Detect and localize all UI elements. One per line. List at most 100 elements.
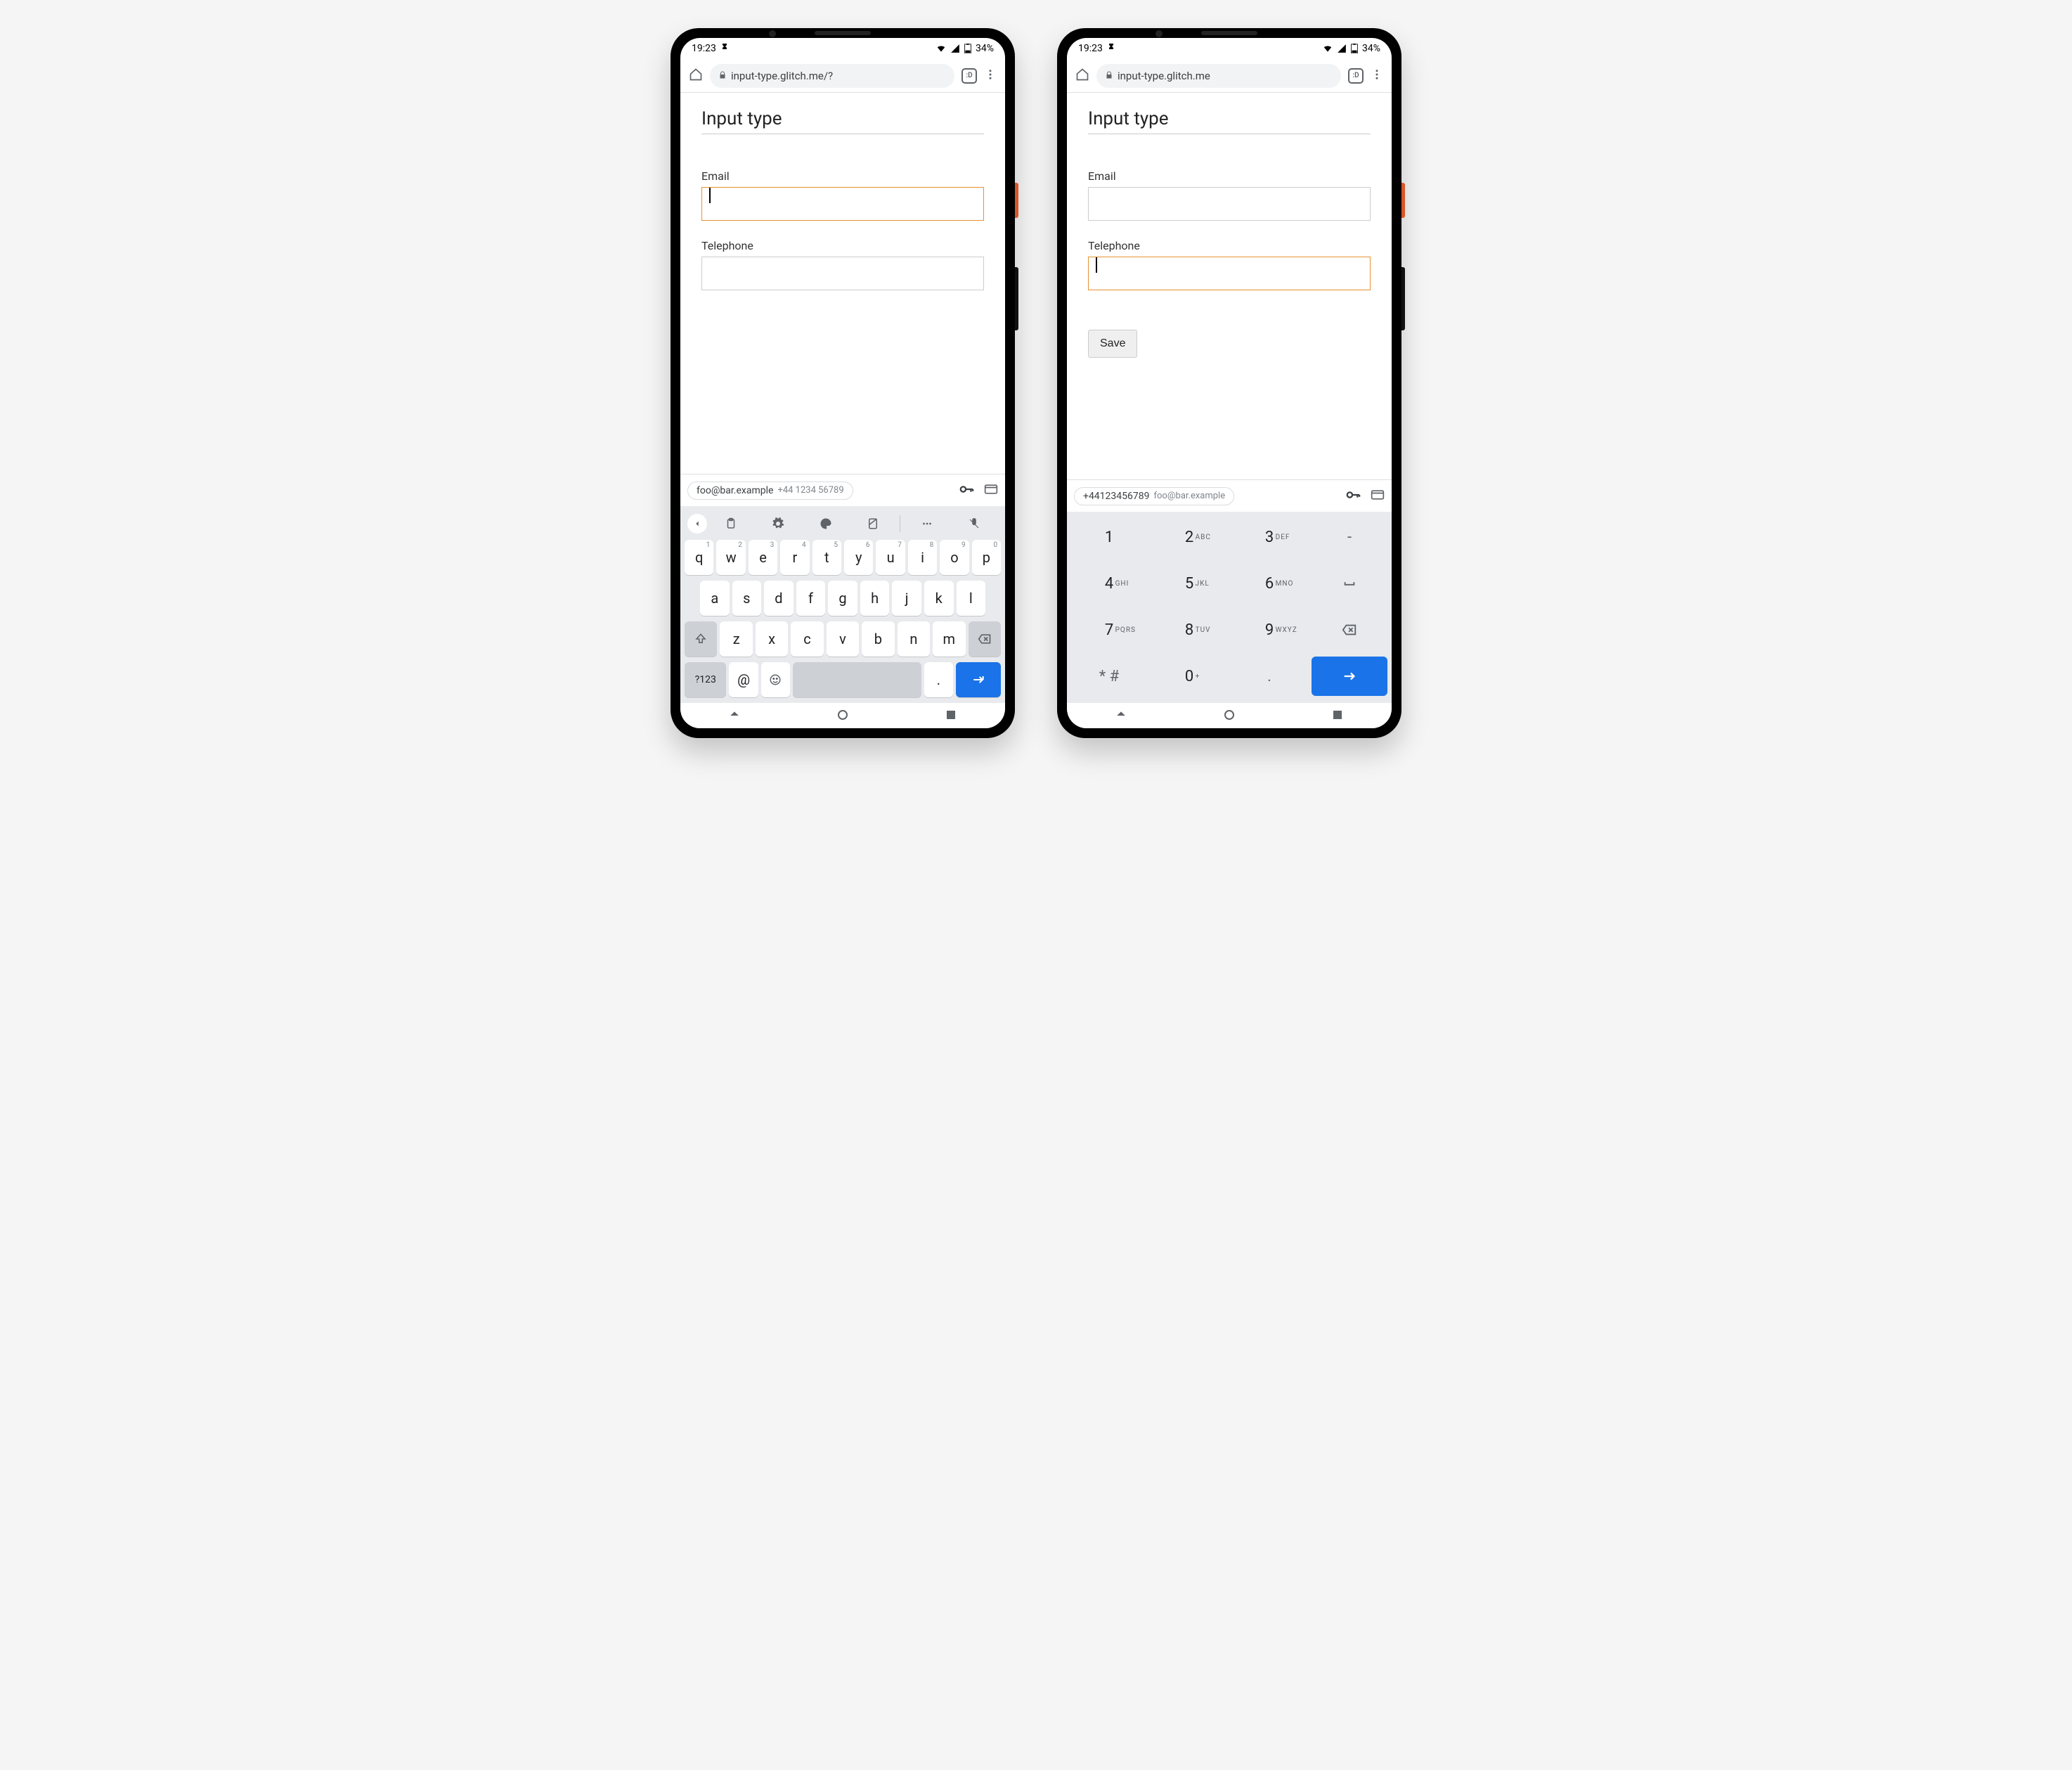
status-bar: 19:23 34% xyxy=(680,38,1005,59)
save-button[interactable]: Save xyxy=(1088,330,1137,358)
numkey-2[interactable]: 2ABC xyxy=(1151,517,1227,557)
page-content: Input type Email Telephone xyxy=(680,93,1005,474)
hourglass-icon xyxy=(720,43,729,54)
tab-switcher[interactable]: :D xyxy=(961,68,977,84)
numkey-6[interactable]: 6MNO xyxy=(1231,564,1307,603)
key-b[interactable]: b xyxy=(862,621,894,657)
key-g[interactable]: g xyxy=(828,581,857,616)
card-icon[interactable] xyxy=(984,482,998,499)
key-x[interactable]: x xyxy=(756,621,788,657)
tablet-icon[interactable] xyxy=(850,513,898,534)
email-field[interactable] xyxy=(1088,187,1371,221)
browser-bar: input-type.glitch.me :D xyxy=(1067,59,1392,93)
nav-recent-icon[interactable] xyxy=(946,709,956,723)
menu-icon[interactable] xyxy=(984,68,997,84)
signal-icon xyxy=(1337,44,1347,53)
emoji-key[interactable] xyxy=(761,662,790,697)
numkey-* #[interactable]: * # xyxy=(1071,657,1147,696)
key-r[interactable]: r4 xyxy=(780,540,809,575)
key-t[interactable]: t5 xyxy=(812,540,841,575)
tab-switcher[interactable]: :D xyxy=(1348,68,1364,84)
numkey-5[interactable]: 5JKL xyxy=(1151,564,1227,603)
url-text: input-type.glitch.me/? xyxy=(731,70,833,82)
mic-off-icon[interactable] xyxy=(951,513,999,534)
key-p[interactable]: p0 xyxy=(972,540,1001,575)
wifi-icon xyxy=(936,44,946,53)
omnibox[interactable]: input-type.glitch.me xyxy=(1096,64,1341,88)
telephone-field[interactable] xyxy=(1088,257,1371,290)
key-s[interactable]: s xyxy=(732,581,762,616)
more-icon[interactable] xyxy=(903,513,951,534)
numkey--[interactable]: - xyxy=(1312,517,1387,557)
numkey-8[interactable]: 8TUV xyxy=(1151,610,1227,650)
numkey-7[interactable]: 7PQRS xyxy=(1071,610,1147,650)
key-icon[interactable] xyxy=(1345,487,1361,505)
key-h[interactable]: h xyxy=(860,581,890,616)
card-icon[interactable] xyxy=(1371,488,1385,505)
key-f[interactable]: f xyxy=(796,581,826,616)
key-w[interactable]: w2 xyxy=(716,540,745,575)
omnibox[interactable]: input-type.glitch.me/? xyxy=(710,64,954,88)
clipboard-icon[interactable] xyxy=(707,513,755,534)
lock-icon xyxy=(1105,70,1113,82)
menu-icon[interactable] xyxy=(1371,68,1383,84)
key-icon[interactable] xyxy=(959,482,974,500)
key-y[interactable]: y6 xyxy=(844,540,873,575)
telephone-label: Telephone xyxy=(1088,239,1371,252)
at-key[interactable]: @ xyxy=(729,662,758,697)
numkey-→[interactable] xyxy=(1312,657,1387,696)
nav-home-icon[interactable] xyxy=(1224,709,1234,723)
numkey-9[interactable]: 9WXYZ xyxy=(1231,610,1307,650)
enter-key[interactable] xyxy=(956,662,1001,697)
key-u[interactable]: u7 xyxy=(876,540,905,575)
kb-back-icon[interactable] xyxy=(687,514,707,534)
key-j[interactable]: j xyxy=(892,581,921,616)
email-field[interactable] xyxy=(701,187,984,221)
space-key[interactable] xyxy=(793,662,921,697)
key-d[interactable]: d xyxy=(764,581,794,616)
signal-icon xyxy=(950,44,960,53)
key-n[interactable]: n xyxy=(898,621,930,657)
numkey-␣[interactable] xyxy=(1312,564,1387,603)
period-key[interactable]: . xyxy=(924,662,953,697)
palette-icon[interactable] xyxy=(802,513,850,534)
page-title: Input type xyxy=(1088,108,1371,134)
key-e[interactable]: e3 xyxy=(749,540,777,575)
email-label: Email xyxy=(1088,169,1371,183)
key-c[interactable]: c xyxy=(791,621,823,657)
nav-back-icon[interactable] xyxy=(1116,709,1126,723)
numkey-0[interactable]: 0+ xyxy=(1151,657,1227,696)
backspace-key[interactable] xyxy=(969,621,1001,657)
key-z[interactable]: z xyxy=(720,621,752,657)
autofill-suggestion[interactable]: +44123456789 foo@bar.example xyxy=(1074,487,1234,505)
home-icon[interactable] xyxy=(689,67,703,84)
home-icon[interactable] xyxy=(1075,67,1089,84)
key-a[interactable]: a xyxy=(700,581,730,616)
numkey-1[interactable]: 1 xyxy=(1071,517,1147,557)
numkey-4[interactable]: 4GHI xyxy=(1071,564,1147,603)
page-title: Input type xyxy=(701,108,984,134)
numkey-3[interactable]: 3DEF xyxy=(1231,517,1307,557)
key-l[interactable]: l xyxy=(957,581,986,616)
key-q[interactable]: q1 xyxy=(685,540,713,575)
key-m[interactable]: m xyxy=(933,621,965,657)
key-o[interactable]: o9 xyxy=(940,540,969,575)
key-k[interactable]: k xyxy=(924,581,954,616)
telephone-field[interactable] xyxy=(701,257,984,290)
key-i[interactable]: i8 xyxy=(908,540,937,575)
nav-back-icon[interactable] xyxy=(730,709,739,723)
battery-percent: 34% xyxy=(1362,43,1380,54)
nav-recent-icon[interactable] xyxy=(1333,709,1342,723)
android-nav xyxy=(1067,703,1392,728)
numkey-.[interactable]: . xyxy=(1231,657,1307,696)
mode-key[interactable]: ?123 xyxy=(685,662,726,697)
nav-home-icon[interactable] xyxy=(838,709,848,723)
autofill-suggestion[interactable]: foo@bar.example +44 1234 56789 xyxy=(687,482,853,500)
phone-left: 19:23 34% xyxy=(671,28,1015,738)
status-time: 19:23 xyxy=(1078,43,1103,54)
shift-key[interactable] xyxy=(685,621,717,657)
key-v[interactable]: v xyxy=(827,621,859,657)
gear-icon[interactable] xyxy=(755,513,803,534)
numkey-⌫[interactable] xyxy=(1312,610,1387,650)
battery-percent: 34% xyxy=(976,43,994,54)
